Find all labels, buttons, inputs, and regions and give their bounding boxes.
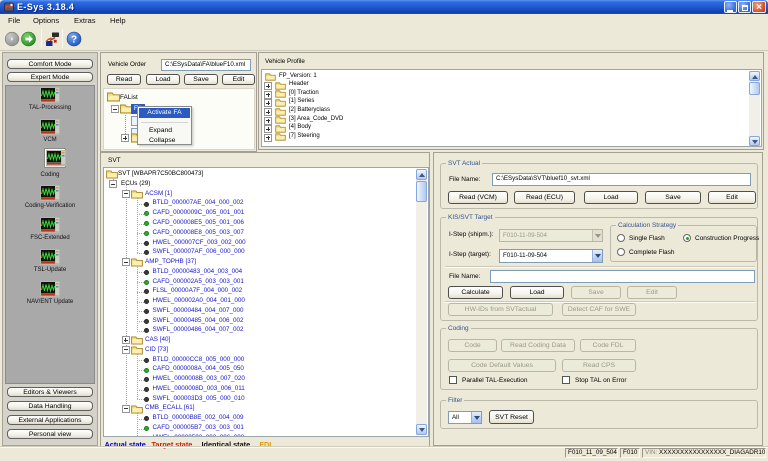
svg-text:?: ? <box>71 35 77 46</box>
